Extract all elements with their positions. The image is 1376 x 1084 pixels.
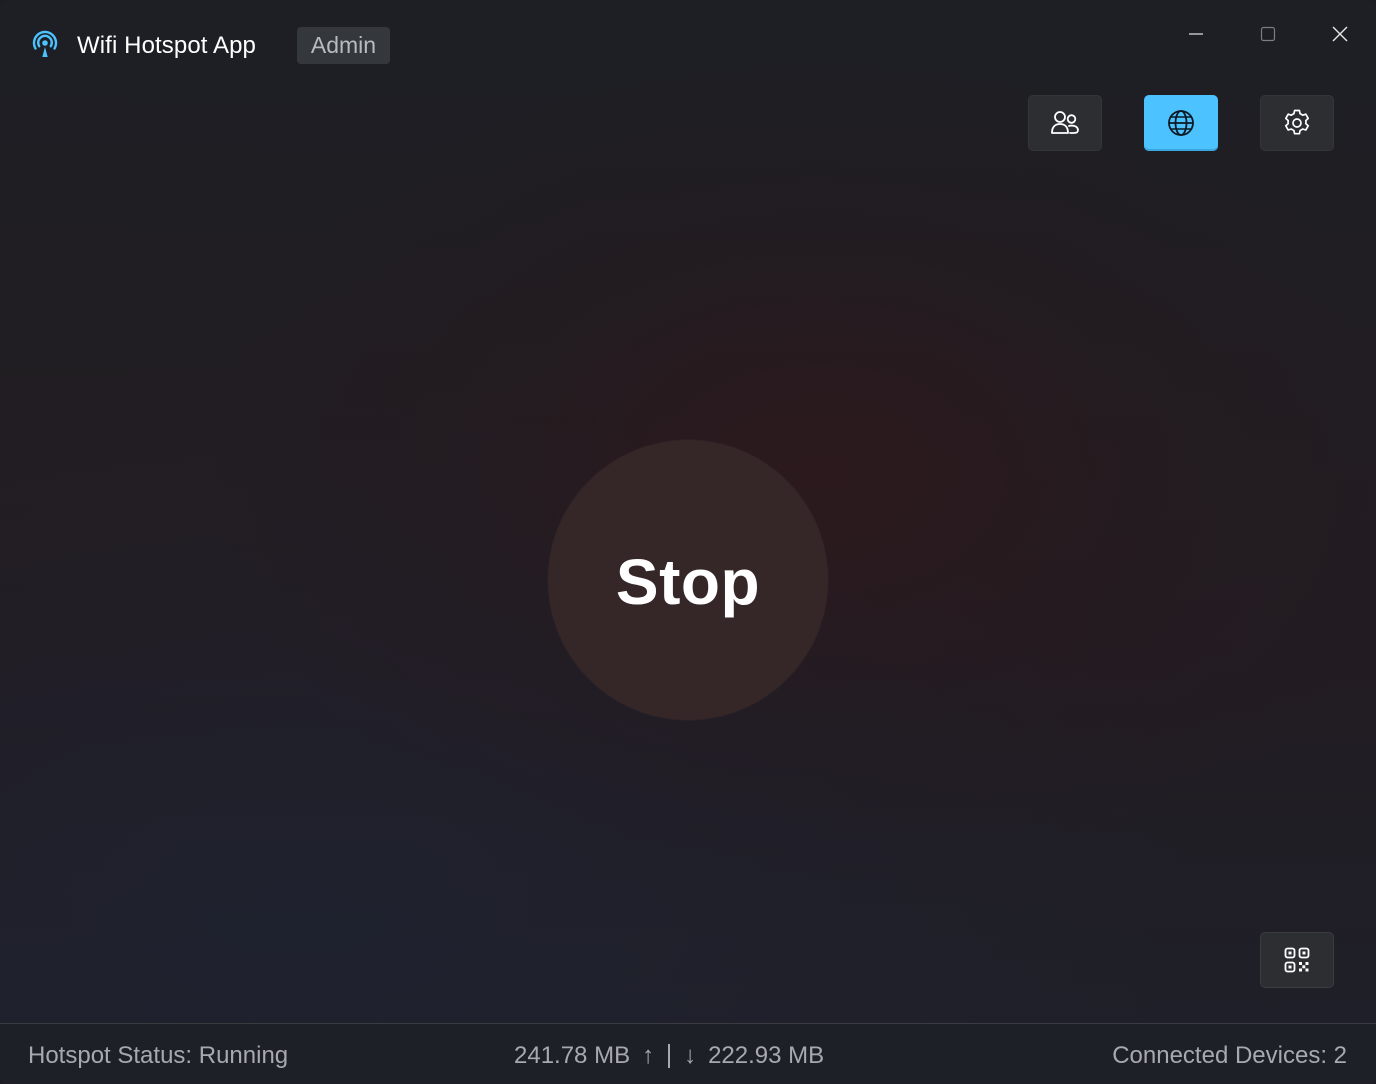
app-window: Wifi Hotspot App Admin Stop Hotspot Stat… bbox=[0, 0, 1376, 1084]
upload-amount: 241.78 MB bbox=[514, 1042, 631, 1069]
upload-arrow-icon: ↑ bbox=[642, 1042, 655, 1069]
download-amount: 222.93 MB bbox=[708, 1042, 825, 1069]
users-icon bbox=[1051, 111, 1079, 134]
stats-divider bbox=[668, 1044, 671, 1068]
hotspot-toggle-button[interactable]: Stop bbox=[548, 440, 828, 720]
close-button[interactable] bbox=[1320, 18, 1360, 50]
admin-badge: Admin bbox=[297, 27, 390, 64]
users-button[interactable] bbox=[1028, 95, 1102, 151]
hotspot-broadcast-icon bbox=[32, 30, 58, 57]
hotspot-status-text: Hotspot Status: Running bbox=[28, 1042, 289, 1069]
gear-icon bbox=[1284, 109, 1310, 135]
minimize-icon bbox=[1189, 33, 1203, 35]
minimize-button[interactable] bbox=[1176, 18, 1216, 50]
status-bar: Hotspot Status: Running 241.78 MB ↑ ↓ 22… bbox=[0, 1023, 1376, 1084]
qr-code-button[interactable] bbox=[1260, 932, 1334, 988]
connected-devices-text: Connected Devices: 2 bbox=[1112, 1042, 1347, 1069]
internet-sharing-button[interactable] bbox=[1144, 95, 1218, 151]
app-title: Wifi Hotspot App bbox=[77, 32, 257, 59]
qr-code-icon bbox=[1284, 947, 1310, 973]
close-icon bbox=[1332, 26, 1348, 42]
maximize-icon bbox=[1260, 26, 1276, 42]
hotspot-toggle-label: Stop bbox=[615, 546, 761, 618]
globe-icon bbox=[1168, 110, 1194, 136]
traffic-stats: 241.78 MB ↑ ↓ 222.93 MB bbox=[514, 1042, 824, 1070]
download-arrow-icon: ↓ bbox=[684, 1042, 697, 1069]
settings-button[interactable] bbox=[1260, 95, 1334, 151]
maximize-button[interactable] bbox=[1248, 18, 1288, 50]
title-bar[interactable]: Wifi Hotspot App Admin bbox=[0, 0, 1376, 72]
